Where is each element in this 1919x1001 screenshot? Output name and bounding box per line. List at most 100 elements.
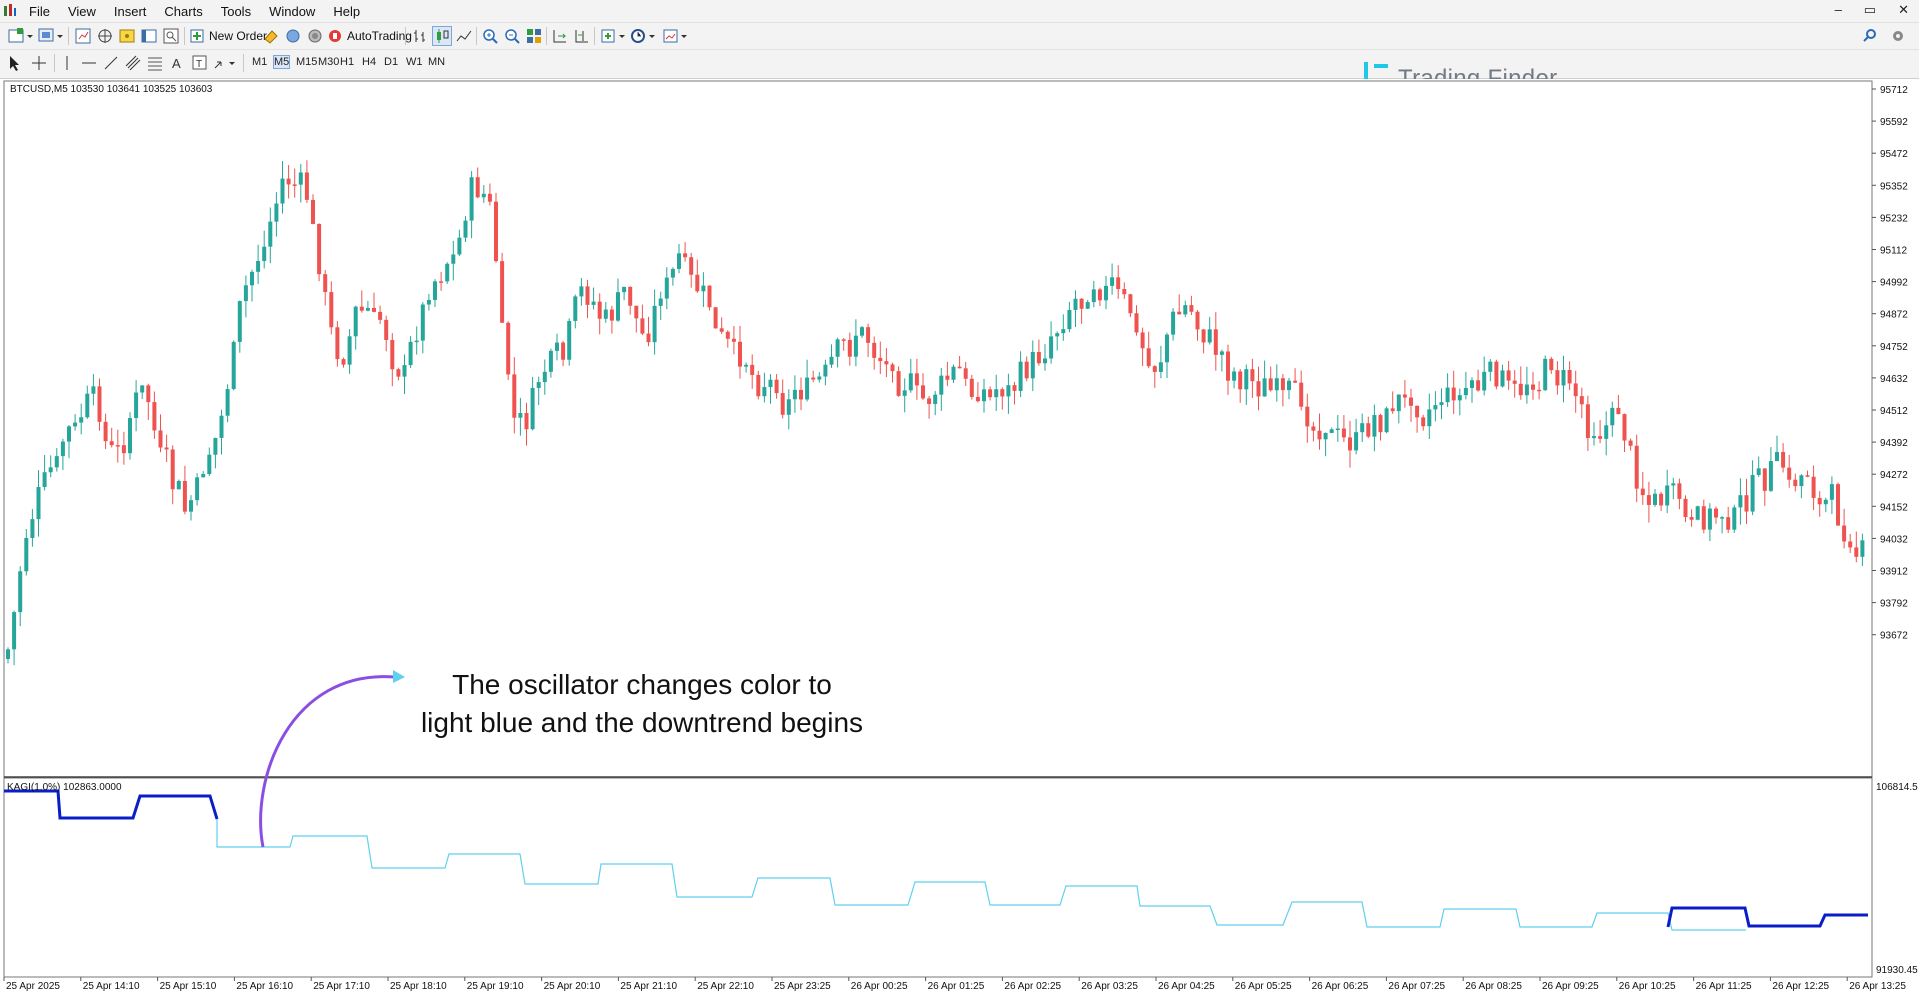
periods-button[interactable] — [630, 26, 658, 46]
menu-insert[interactable]: Insert — [105, 4, 156, 20]
horizontal-line-icon[interactable] — [80, 53, 98, 73]
candle-body — [1805, 475, 1810, 477]
candle-body — [1085, 302, 1090, 309]
candle-body — [1823, 499, 1828, 505]
candle-body — [274, 203, 279, 222]
candle-body — [677, 253, 681, 269]
candle-body — [1842, 525, 1847, 542]
restore-icon[interactable]: ▭ — [1864, 2, 1876, 18]
candle-body — [121, 445, 126, 454]
candle-body — [1158, 362, 1163, 372]
zoom-in-icon[interactable] — [481, 26, 499, 46]
candle-body — [1506, 370, 1511, 381]
menu-view[interactable]: View — [59, 4, 105, 20]
candle-body — [640, 318, 645, 334]
menu-help[interactable]: Help — [324, 4, 369, 20]
text-label-icon[interactable]: T — [191, 53, 209, 73]
market-watch-button[interactable] — [74, 26, 92, 46]
candle-body — [164, 447, 169, 450]
tile-windows-button[interactable] — [525, 26, 543, 46]
new-order-button[interactable]: New Order — [189, 26, 267, 46]
timeframe-w1[interactable]: W1 — [406, 56, 423, 68]
bar-chart-button[interactable] — [411, 26, 429, 46]
menu-charts[interactable]: Charts — [155, 4, 211, 20]
signals-button[interactable] — [284, 26, 302, 46]
indicators-button[interactable] — [600, 26, 628, 46]
candle-body — [573, 296, 578, 321]
candle-body — [311, 199, 315, 224]
metaeditor-button[interactable] — [262, 26, 280, 46]
fibonacci-icon[interactable] — [146, 53, 164, 73]
auto-scroll-button[interactable] — [551, 26, 569, 46]
templates-button[interactable] — [662, 26, 690, 46]
candle-body — [146, 385, 151, 403]
candle-body — [1768, 461, 1773, 491]
terminal-button[interactable] — [140, 26, 158, 46]
candle-body — [384, 319, 389, 340]
menu-file[interactable]: File — [20, 4, 59, 20]
candle-body — [634, 305, 639, 319]
text-icon[interactable]: A — [169, 53, 185, 73]
time-tick-label: 25 Apr 14:10 — [83, 981, 140, 992]
search-icon[interactable] — [1862, 26, 1878, 46]
timeframe-mn[interactable]: MN — [428, 56, 445, 68]
navigator-button[interactable] — [118, 26, 136, 46]
candle-body — [481, 193, 486, 198]
candle-body — [1427, 409, 1432, 427]
timeframe-m15[interactable]: M15 — [296, 56, 317, 68]
candle-body — [1274, 378, 1279, 391]
candle-body — [231, 341, 236, 390]
candle-body — [835, 339, 840, 357]
chart-shift-button[interactable] — [573, 26, 591, 46]
close-icon[interactable]: ✕ — [1898, 2, 1909, 18]
candle-body — [1311, 426, 1316, 431]
candlestick-button[interactable] — [432, 26, 452, 46]
profiles-button[interactable] — [38, 26, 64, 46]
arrows-icon[interactable] — [212, 53, 238, 73]
price-chart[interactable]: 95712 95592 95472 95352 95232 95112 94992 94872… — [0, 79, 1919, 996]
candle-body — [1531, 384, 1535, 390]
candle-body — [445, 263, 450, 282]
candle-body — [1732, 507, 1737, 530]
timeframe-h4[interactable]: H4 — [362, 56, 376, 68]
vertical-line-icon[interactable] — [60, 53, 74, 73]
candle-body — [805, 377, 810, 400]
zoom-out-icon[interactable] — [503, 26, 521, 46]
timeframe-h1[interactable]: H1 — [340, 56, 354, 68]
market-button[interactable] — [306, 26, 324, 46]
cursor-icon[interactable] — [7, 53, 23, 73]
menu-tools[interactable]: Tools — [212, 4, 260, 20]
candle-body — [1512, 380, 1517, 384]
line-chart-button[interactable] — [455, 26, 473, 46]
chart-area[interactable]: 95712 95592 95472 95352 95232 95112 94992 94872… — [0, 79, 1919, 996]
candle-body — [304, 172, 309, 200]
candle-body — [548, 350, 553, 372]
trendline-icon[interactable] — [102, 53, 120, 73]
settings-icon[interactable] — [1890, 26, 1906, 46]
minimize-icon[interactable]: – — [1835, 2, 1842, 18]
time-tick-label: 25 Apr 15:10 — [160, 981, 217, 992]
time-tick-label: 26 Apr 02:25 — [1004, 981, 1061, 992]
menu-window[interactable]: Window — [260, 4, 324, 20]
timeframe-m1[interactable]: M1 — [252, 56, 267, 68]
new-chart-button[interactable] — [8, 26, 34, 46]
candle-body — [128, 418, 132, 454]
candle-body — [994, 389, 999, 398]
crosshair-icon[interactable] — [30, 53, 48, 73]
candle-body — [963, 368, 968, 379]
tester-button[interactable] — [162, 26, 180, 46]
data-window-button[interactable] — [96, 26, 114, 46]
candle-body — [494, 201, 498, 262]
candle-body — [1787, 467, 1792, 480]
autotrading-button[interactable]: AutoTrading — [327, 26, 412, 46]
time-tick-label: 25 Apr 22:10 — [697, 981, 754, 992]
candle-body — [1207, 329, 1212, 343]
timeframe-m30[interactable]: M30 — [318, 56, 339, 68]
candle-body — [628, 286, 633, 306]
timeframe-d1[interactable]: D1 — [384, 56, 398, 68]
candle-body — [30, 519, 35, 538]
candle-body — [341, 359, 346, 365]
timeframe-m5[interactable]: M5 — [272, 55, 291, 69]
candle-body — [914, 373, 919, 386]
channel-icon[interactable] — [124, 53, 142, 73]
